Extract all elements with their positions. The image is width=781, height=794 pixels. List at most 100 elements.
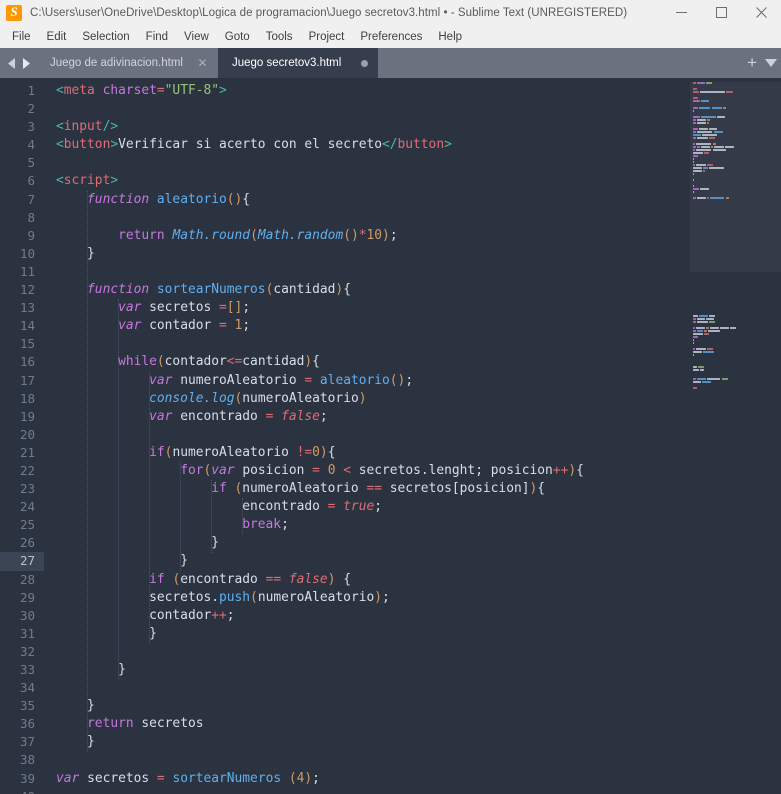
- line-number: 22: [19, 462, 35, 478]
- tab-overflow-dropdown-icon[interactable]: [765, 58, 777, 68]
- menu-item-preferences[interactable]: Preferences: [352, 29, 430, 45]
- code-line[interactable]: var encontrado = false;: [44, 408, 690, 426]
- editor-area: 1 2 3 4 5 6 7 8 9 10 11 12 13 14 15 16 17 18 19 20 21 22 23 24 2…: [0, 78, 781, 794]
- line-number: 39: [19, 770, 35, 786]
- line-number: 4: [27, 137, 35, 153]
- line-number: 16: [19, 354, 35, 370]
- menu-item-find[interactable]: Find: [138, 29, 176, 45]
- line-number: 26: [19, 535, 35, 551]
- code-line[interactable]: encontrado = true;: [44, 498, 690, 516]
- menu-item-edit[interactable]: Edit: [39, 29, 75, 45]
- code-line[interactable]: console.log(numeroAleatorio): [44, 390, 690, 408]
- code-line[interactable]: }: [44, 697, 690, 715]
- line-number: 25: [19, 517, 35, 533]
- code-pane[interactable]: 1 2 3 4 5 6 7 8 9 10 11 12 13 14 15 16 17 18 19 20 21 22 23 24 2…: [0, 78, 690, 794]
- tab-navigation-arrows[interactable]: [0, 48, 36, 78]
- code-line[interactable]: }: [44, 552, 690, 570]
- code-line[interactable]: if(numeroAleatorio !=0){: [44, 444, 690, 462]
- tab-inactive[interactable]: Juego de adivinacion.html ✕: [36, 48, 218, 78]
- tab-label: Juego secretov3.html: [231, 57, 342, 69]
- code-line[interactable]: }: [44, 661, 690, 679]
- tab-active[interactable]: Juego secretov3.html: [217, 48, 379, 78]
- menu-bar: File Edit Selection Find View Goto Tools Projec…: [0, 26, 781, 48]
- close-button[interactable]: [741, 0, 781, 26]
- code-line[interactable]: var secretos = sortearNumeros (4);: [44, 770, 690, 788]
- tab-bar: Juego de adivinacion.html ✕ Juego secretov…: [0, 48, 781, 78]
- line-number: 23: [19, 481, 35, 497]
- menu-item-selection[interactable]: Selection: [74, 29, 137, 45]
- tab-unsaved-indicator-icon[interactable]: [361, 59, 369, 67]
- code-line[interactable]: [44, 335, 690, 353]
- title-bar: C:\Users\user\OneDrive\Desktop\Logica de…: [0, 0, 781, 26]
- code-line[interactable]: [44, 788, 690, 794]
- tab-label: Juego de adivinacion.html: [50, 57, 183, 69]
- line-number: 13: [19, 300, 35, 316]
- code-line[interactable]: if (encontrado == false) {: [44, 571, 690, 589]
- code-line[interactable]: if (numeroAleatorio == secretos[posicion…: [44, 480, 690, 498]
- code-line[interactable]: var contador = 1;: [44, 317, 690, 335]
- line-number: 11: [19, 263, 35, 279]
- code-line[interactable]: function aleatorio(){: [44, 191, 690, 209]
- code-content[interactable]: <meta charset="UTF-8"> <input/> <button>V…: [44, 78, 690, 794]
- line-number: 21: [19, 444, 35, 460]
- code-line[interactable]: [44, 263, 690, 281]
- minimize-button[interactable]: [661, 0, 701, 26]
- window-title: C:\Users\user\OneDrive\Desktop\Logica de…: [30, 6, 628, 19]
- code-line[interactable]: contador++;: [44, 607, 690, 625]
- code-line[interactable]: <meta charset="UTF-8">: [44, 82, 690, 100]
- line-number-gutter: 1 2 3 4 5 6 7 8 9 10 11 12 13 14 15 16 17 18 19 20 21 22 23 24 2…: [0, 78, 44, 794]
- menu-item-project[interactable]: Project: [301, 29, 353, 45]
- line-number: 17: [19, 372, 35, 388]
- code-line[interactable]: }: [44, 733, 690, 751]
- tab-close-icon[interactable]: ✕: [197, 57, 208, 69]
- line-number: 18: [19, 390, 35, 406]
- line-number: 34: [19, 680, 35, 696]
- line-number: 28: [19, 571, 35, 587]
- code-line[interactable]: [44, 154, 690, 172]
- code-line[interactable]: [44, 751, 690, 769]
- menu-item-tools[interactable]: Tools: [258, 29, 301, 45]
- line-number: 8: [27, 209, 35, 225]
- line-number: 14: [19, 318, 35, 334]
- minimap[interactable]: [690, 78, 781, 794]
- code-line[interactable]: }: [44, 245, 690, 263]
- line-number: 33: [19, 662, 35, 677]
- code-line[interactable]: while(contador<=cantidad){: [44, 353, 690, 371]
- code-line[interactable]: [44, 426, 690, 444]
- line-number: 38: [19, 752, 35, 768]
- line-number: 40: [0, 788, 44, 794]
- code-line[interactable]: function sortearNumeros(cantidad){: [44, 281, 690, 299]
- code-line[interactable]: <input/>: [44, 118, 690, 136]
- code-line[interactable]: <script>: [44, 172, 690, 190]
- line-number: 35: [19, 698, 35, 714]
- code-line[interactable]: var secretos =[];: [44, 299, 690, 317]
- code-line[interactable]: <button>Verificar si acerto con el secre…: [44, 136, 690, 154]
- line-number: 12: [19, 282, 35, 298]
- code-line[interactable]: }: [44, 625, 690, 643]
- menu-item-goto[interactable]: Goto: [217, 29, 258, 45]
- menu-item-view[interactable]: View: [176, 29, 217, 45]
- menu-item-file[interactable]: File: [4, 29, 39, 45]
- code-line[interactable]: [44, 100, 690, 118]
- menu-item-help[interactable]: Help: [430, 29, 470, 45]
- line-number: 6: [27, 173, 35, 189]
- line-number: 10: [19, 245, 35, 261]
- code-line[interactable]: break;: [44, 516, 690, 534]
- line-number: 15: [19, 336, 35, 352]
- code-line[interactable]: [44, 679, 690, 697]
- code-line[interactable]: }: [44, 534, 690, 552]
- code-line[interactable]: for(var posicion = 0 < secretos.lenght; …: [44, 462, 690, 480]
- line-number: 7: [27, 191, 35, 207]
- code-line[interactable]: return secretos: [44, 715, 690, 733]
- code-line[interactable]: secretos.push(numeroAleatorio);: [44, 589, 690, 607]
- code-line[interactable]: [44, 209, 690, 227]
- line-number: 24: [19, 499, 35, 515]
- sublime-text-logo-icon: [6, 4, 22, 21]
- maximize-button[interactable]: [701, 0, 741, 26]
- new-tab-button[interactable]: +: [747, 54, 757, 73]
- code-line[interactable]: return Math.round(Math.random()*10);: [44, 227, 690, 245]
- line-number: 2: [27, 101, 35, 117]
- code-line[interactable]: [44, 643, 690, 661]
- code-line[interactable]: var numeroAleatorio = aleatorio();: [44, 372, 690, 390]
- prev-tab-icon: [8, 57, 15, 69]
